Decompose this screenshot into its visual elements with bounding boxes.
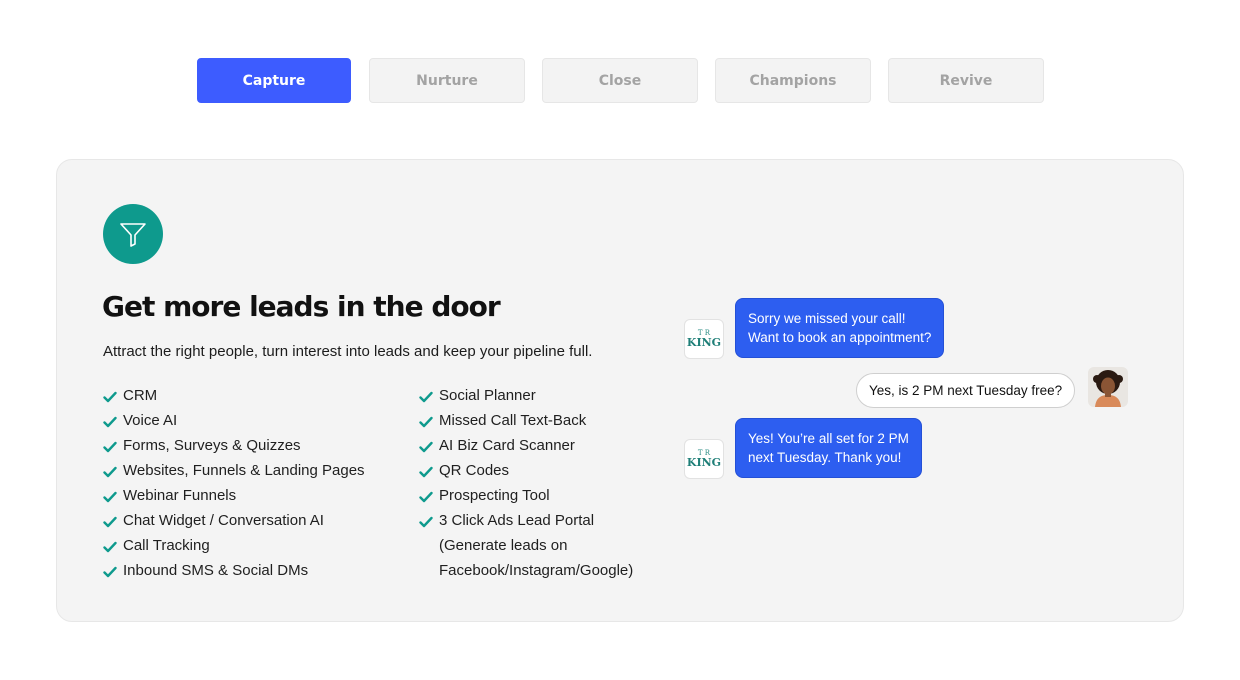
chat-bubble-business: Sorry we missed your call! Want to book …: [735, 298, 945, 358]
list-item: Forms, Surveys & Quizzes: [103, 436, 365, 461]
check-icon: [103, 416, 117, 428]
business-logo: T R KING: [684, 439, 724, 479]
card-title: Get more leads in the door: [102, 290, 501, 323]
list-item: Voice AI: [103, 411, 365, 436]
check-icon: [103, 491, 117, 503]
check-icon: [103, 441, 117, 453]
feature-list-right: Social Planner Missed Call Text-Back AI …: [419, 386, 633, 586]
chat-preview: T R KING Sorry we missed your call! Want…: [657, 260, 1157, 560]
check-icon: [103, 516, 117, 528]
tab-revive[interactable]: Revive: [888, 58, 1044, 103]
list-item: Websites, Funnels & Landing Pages: [103, 461, 365, 486]
tab-champions[interactable]: Champions: [715, 58, 871, 103]
list-item: (Generate leads on: [439, 537, 568, 554]
feature-list-left: CRM Voice AI Forms, Surveys & Quizzes We…: [103, 386, 365, 586]
tab-capture[interactable]: Capture: [197, 58, 351, 103]
check-icon: [419, 491, 433, 503]
list-item: AI Biz Card Scanner: [419, 436, 633, 461]
list-item: Call Tracking: [103, 536, 365, 561]
check-icon: [419, 416, 433, 428]
tab-nurture[interactable]: Nurture: [369, 58, 525, 103]
list-item: Facebook/Instagram/Google): [439, 562, 634, 579]
list-item: Social Planner: [419, 386, 633, 411]
check-icon: [419, 441, 433, 453]
check-icon: [103, 566, 117, 578]
card-subtitle: Attract the right people, turn interest …: [103, 343, 593, 360]
list-item: 3 Click Ads Lead Portal: [419, 511, 633, 536]
chat-bubble-business: Yes! You’re all set for 2 PM next Tuesda…: [735, 418, 922, 478]
list-item: Missed Call Text-Back: [419, 411, 633, 436]
list-item: CRM: [103, 386, 365, 411]
list-item: Prospecting Tool: [419, 486, 633, 511]
chat-bubble-user: Yes, is 2 PM next Tuesday free?: [856, 373, 1076, 408]
list-item: Inbound SMS & Social DMs: [103, 561, 365, 586]
check-icon: [103, 391, 117, 403]
user-avatar: [1088, 367, 1128, 407]
list-item: Chat Widget / Conversation AI: [103, 511, 365, 536]
check-icon: [419, 466, 433, 478]
business-logo: T R KING: [684, 319, 724, 359]
check-icon: [419, 516, 433, 528]
list-item: QR Codes: [419, 461, 633, 486]
tab-close[interactable]: Close: [542, 58, 698, 103]
list-item: Webinar Funnels: [103, 486, 365, 511]
capture-card: Get more leads in the door Attract the r…: [56, 159, 1184, 622]
check-icon: [103, 541, 117, 553]
check-icon: [419, 391, 433, 403]
funnel-icon: [103, 204, 163, 264]
check-icon: [103, 466, 117, 478]
